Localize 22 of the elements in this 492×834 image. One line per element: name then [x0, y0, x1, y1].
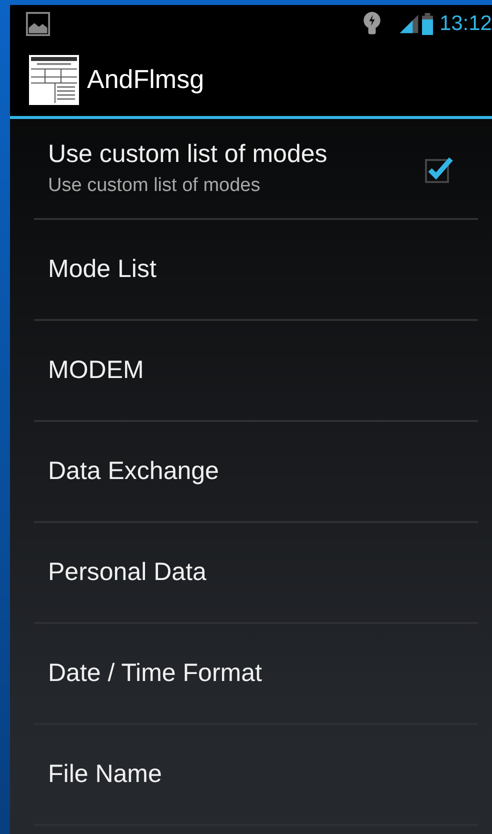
clock: 13:12: [439, 12, 492, 36]
app-title: AndFlmsg: [87, 64, 204, 95]
preference-item[interactable]: File Name: [34, 725, 478, 826]
image-icon: [26, 12, 50, 36]
preference-title: Date / Time Format: [48, 659, 263, 688]
signal-icon: [398, 13, 420, 35]
preference-summary: Use custom list of modes: [48, 175, 262, 197]
preference-item[interactable]: Date / Time Format: [34, 624, 478, 725]
preference-title: File Name: [48, 760, 163, 789]
preference-title: MODEM: [48, 356, 145, 385]
lightbulb-icon: [362, 11, 382, 37]
preference-item[interactable]: Personal Data: [34, 523, 478, 624]
preference-item[interactable]: Mode List: [34, 220, 478, 321]
document-icon: [29, 54, 79, 104]
preference-item[interactable]: MODEM: [34, 321, 478, 422]
battery-icon: [422, 13, 434, 35]
preference-title: Mode List: [48, 255, 158, 284]
preference-item[interactable]: Use custom list of modes Use custom list of modes: [34, 119, 478, 220]
preference-title: Personal Data: [48, 558, 208, 587]
preference-title: Data Exchange: [48, 457, 220, 486]
preference-item[interactable]: Data Exchange: [34, 422, 478, 523]
preference-title: Use custom list of modes: [48, 140, 328, 169]
